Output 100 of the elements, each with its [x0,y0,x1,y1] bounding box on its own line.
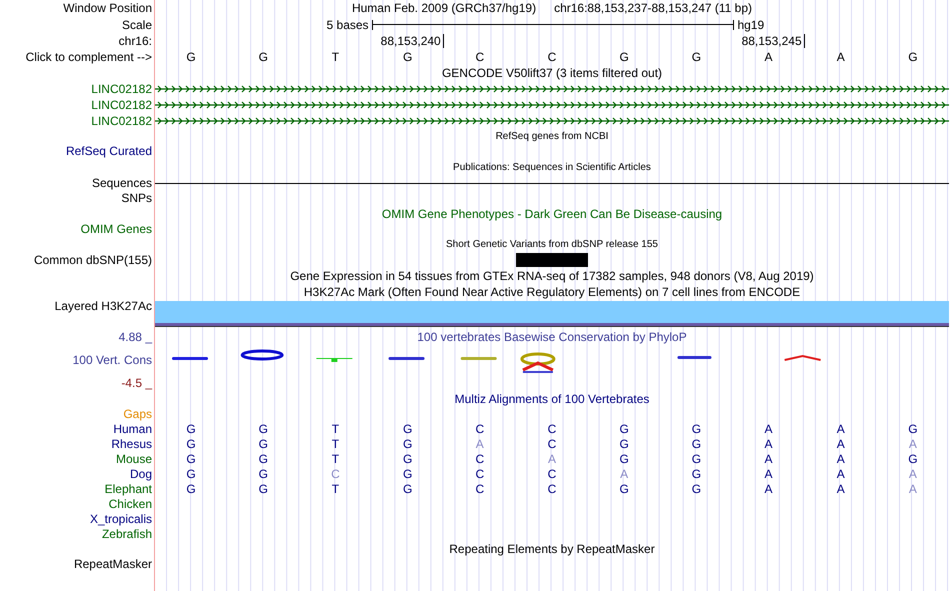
aligned-base: G [258,482,269,496]
aligned-base: T [330,452,340,466]
aligned-base: C [474,482,486,496]
aligned-base: G [907,422,919,436]
species-label: X_tropicalis [90,512,152,526]
aligned-base: A [908,436,918,450]
aligned-base: A [546,452,557,466]
gene-line-drawing[interactable] [155,117,949,125]
base-letter[interactable]: T [299,50,372,64]
track-label: RefSeq Curated [66,144,152,158]
base-letter[interactable]: G [588,50,660,64]
track-label: Gaps [123,406,152,420]
base-letter[interactable]: G [876,50,949,64]
aligned-base: G [185,436,197,450]
aligned-base: G [618,482,630,496]
aligned-base: G [690,482,702,496]
track-title: OMIM Gene Phenotypes - Dark Green Can Be Disease-causing [382,206,722,220]
aligned-base: A [764,436,774,450]
aligned-base: C [546,482,558,496]
ruler-tick: 88,153,240 [380,34,444,48]
track-label: RepeatMasker [74,556,152,570]
track-title: Short Genetic Variants from dbSNP release 155 [446,238,658,250]
aligned-base: G [618,452,630,466]
gene-label: LINC02182 [91,114,152,128]
aligned-base: C [474,422,486,436]
aligned-base: C [474,452,486,466]
aligned-base: G [185,466,197,480]
track-label: Scale [122,18,152,32]
aligned-base: A [836,422,846,436]
track-title: Repeating Elements by RepeatMasker [449,542,655,556]
track-title: Gene Expression in 54 tissues from GTEx RNA-seq of 17382 samples, 948 donors (V8, Aug 2019) [290,269,814,283]
aligned-base: A [619,466,630,480]
axis-min-label: -4.5 _ [121,376,152,390]
aligned-base: A [764,482,774,496]
aligned-base: G [402,422,414,436]
base-letter[interactable]: C [516,50,588,64]
aligned-base: G [402,466,414,480]
aligned-base: G [618,422,630,436]
species-label: Human [113,422,152,436]
aligned-base: A [908,466,918,480]
base-letter[interactable]: G [155,50,228,64]
aligned-base: C [546,422,558,436]
aligned-base: T [330,482,340,496]
track-title: 100 vertebrates Basewise Conservation by PhyloP [417,330,687,344]
aligned-base: A [764,466,774,480]
species-label: Elephant [104,482,152,496]
track-title: Multiz Alignments of 100 Vertebrates [454,392,650,406]
track-label: Sequences [92,176,152,190]
aligned-base: G [258,422,269,436]
assembly-name: Human Feb. 2009 (GRCh37/hg19) [352,1,536,15]
base-letter[interactable]: G [227,50,300,64]
species-label: Zebrafish [102,526,152,540]
aligned-base: G [185,482,197,496]
base-letter[interactable]: A [732,50,805,64]
gene-line-drawing[interactable] [155,85,949,93]
aligned-base: G [185,452,197,466]
aligned-base: T [330,436,340,450]
aligned-base: A [908,482,918,496]
gene-line-drawing[interactable] [155,101,949,109]
track-label: Layered H3K27Ac [54,299,152,313]
aligned-base: G [258,436,269,450]
aligned-base: G [618,436,630,450]
aligned-base: C [546,466,558,480]
aligned-base: A [474,436,485,450]
aligned-base: C [330,466,341,480]
aligned-base: A [764,422,774,436]
track-label: Window Position [63,1,152,15]
aligned-base: G [402,436,414,450]
aligned-base: A [836,452,846,466]
scale-text: 5 bases [326,18,369,32]
track-label: SNPs [121,191,152,205]
base-letter[interactable]: C [444,50,516,64]
track-label: chr16: [118,34,152,48]
aligned-base: C [474,466,486,480]
aligned-base: G [690,422,702,436]
species-label: Chicken [108,496,152,510]
aligned-base: G [690,436,702,450]
aligned-base: A [836,436,846,450]
track-title: GENCODE V50lift37 (3 items filtered out) [442,66,662,80]
track-title: H3K27Ac Mark (Often Found Near Active Regulatory Elements) on 7 cell lines from ENCODE [304,284,800,298]
track-title: Publications: Sequences in Scientific Articles [453,162,651,172]
position-text: chr16:88,153,237-88,153,247 (11 bp) [554,1,752,15]
track-label: Common dbSNP(155) [34,253,152,267]
aligned-base: A [836,466,846,480]
aligned-base: A [836,482,846,496]
gene-label: LINC02182 [91,82,152,96]
aligned-base: G [185,422,197,436]
track-label: 100 Vert. Cons [72,353,152,367]
species-label: Rhesus [111,436,152,450]
species-label: Dog [130,466,152,480]
base-letter[interactable]: G [660,50,732,64]
base-letter[interactable]: A [804,50,877,64]
aligned-base: G [402,482,414,496]
aligned-base: G [690,466,702,480]
aligned-base: G [258,466,269,480]
track-label: OMIM Genes [80,222,152,236]
axis-max-label: 4.88 _ [118,330,152,344]
aligned-base: G [907,452,919,466]
base-letter[interactable]: G [372,50,444,64]
aligned-base: T [330,422,340,436]
